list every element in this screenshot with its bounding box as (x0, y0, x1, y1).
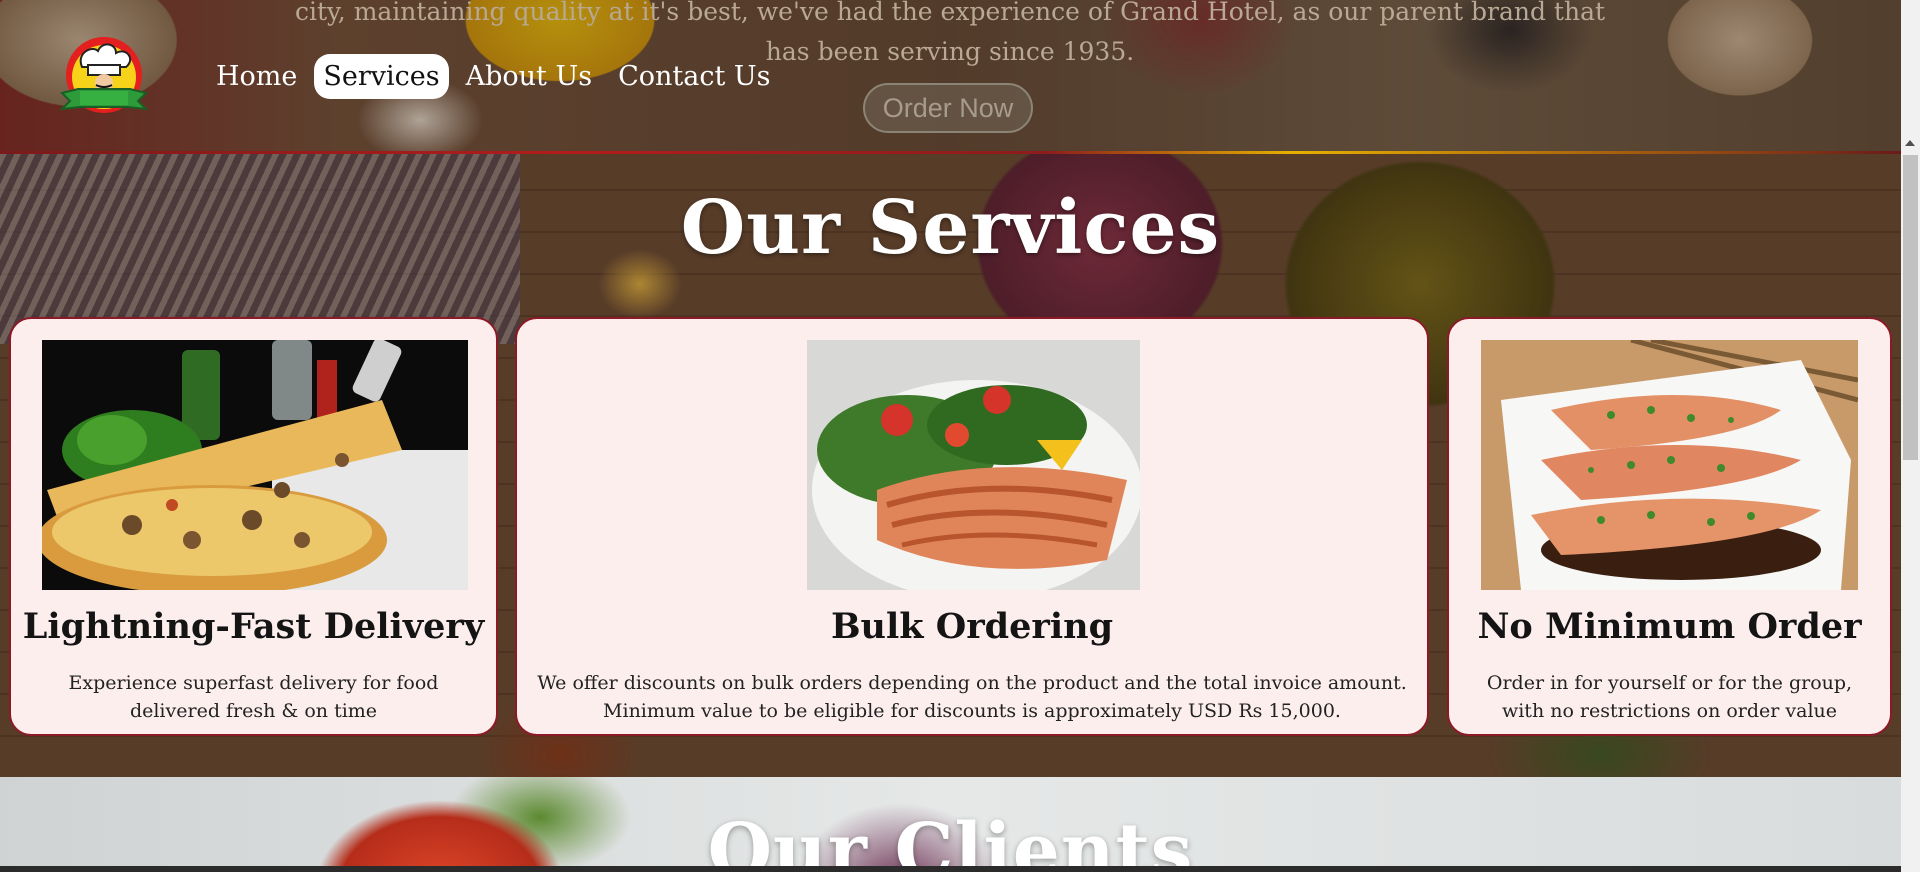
nav-item-contact-us[interactable]: Contact Us (609, 54, 779, 99)
nav-item-services[interactable]: Services (314, 54, 449, 99)
card-title: No Minimum Order (1477, 606, 1862, 647)
page-scrollbar[interactable] (1901, 0, 1920, 872)
bottom-edge (0, 866, 1901, 872)
clients-title: Our Clients (707, 808, 1194, 872)
card-title: Lightning-Fast Delivery (22, 606, 485, 647)
pizza-photo (42, 340, 468, 590)
salmon-salad-photo (807, 340, 1140, 590)
nav-menu: Home Services About Us Contact Us (207, 54, 780, 99)
nav-divider (0, 151, 1901, 154)
service-card-bulk-ordering: Bulk Ordering We offer discounts on bulk… (515, 317, 1429, 736)
service-card-no-minimum-order: No Minimum Order Order in for yourself o… (1447, 317, 1892, 736)
card-description-line-1: We offer discounts on bulk orders depend… (537, 672, 1407, 694)
card-description-line-2: Minimum value to be eligible for discoun… (603, 700, 1341, 722)
nav-item-home[interactable]: Home (207, 54, 306, 99)
page: city, maintaining quality at it's best, … (0, 0, 1901, 872)
chef-hat-logo-icon[interactable] (58, 33, 150, 117)
card-description-line-1: Experience superfast delivery for food (68, 672, 439, 694)
nav-item-about-us[interactable]: About Us (457, 54, 601, 99)
service-card-delivery: Lightning-Fast Delivery Experience super… (9, 317, 498, 736)
scroll-up-arrow-icon[interactable] (1905, 140, 1915, 146)
card-title: Bulk Ordering (830, 606, 1114, 647)
grilled-salmon-photo (1481, 340, 1858, 590)
card-description: We offer discounts on bulk orders depend… (517, 669, 1427, 725)
clients-section: Our Clients (0, 777, 1901, 872)
navbar: Home Services About Us Contact Us (0, 0, 1901, 152)
scrollbar-thumb[interactable] (1903, 155, 1918, 460)
card-description-line-1: Order in for yourself or for the group, (1486, 672, 1853, 694)
card-description-line-2: with no restrictions on order value (1501, 700, 1838, 722)
card-description: Experience superfast delivery for food d… (11, 669, 496, 725)
services-title: Our Services (680, 185, 1221, 271)
card-description: Order in for yourself or for the group, … (1449, 669, 1890, 725)
card-description-line-2: delivered fresh & on time (129, 700, 378, 722)
